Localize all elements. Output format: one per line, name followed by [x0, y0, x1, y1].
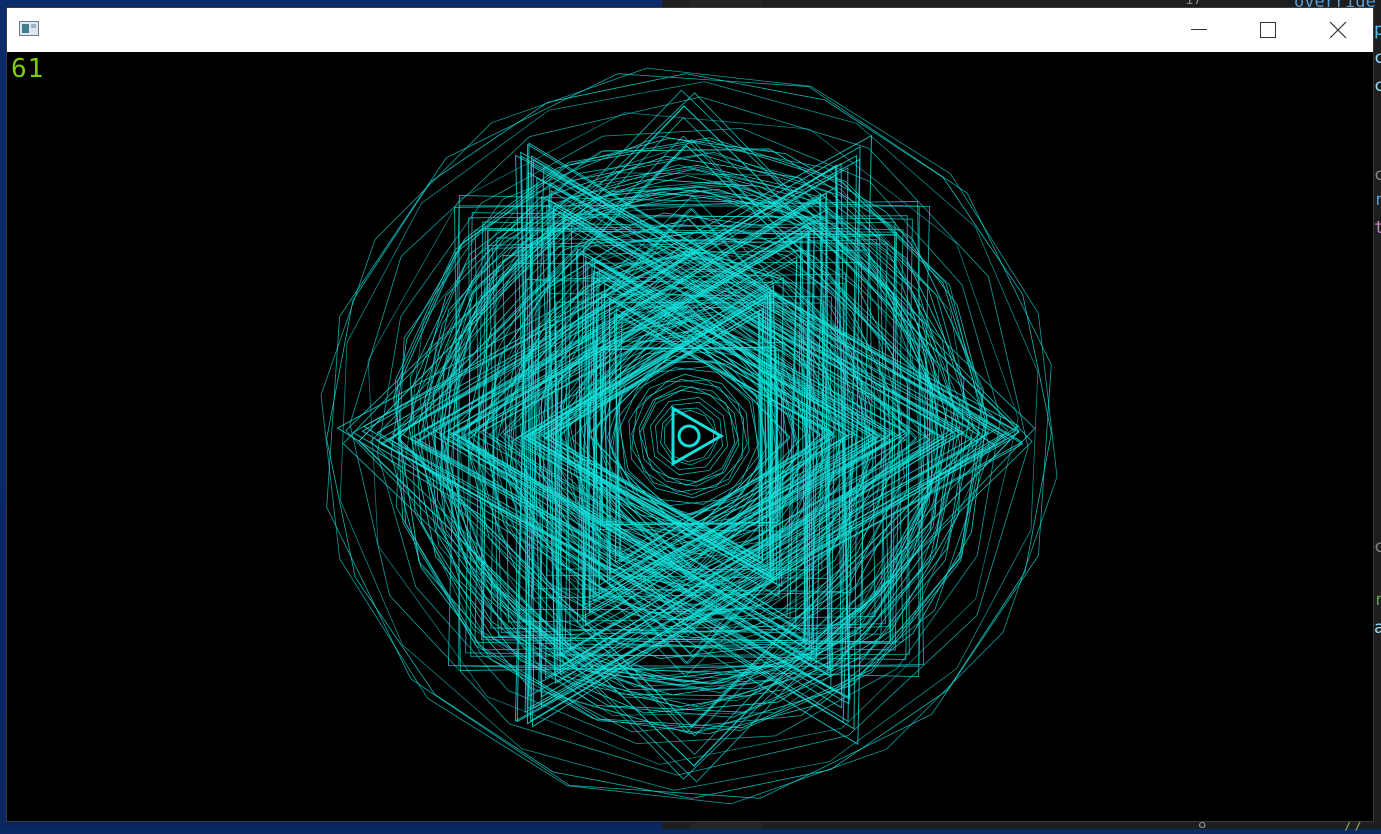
code-fragment: p — [1374, 20, 1381, 40]
maximize-button[interactable] — [1233, 8, 1303, 52]
spiral-polygon — [631, 379, 748, 496]
spiral-lines — [320, 67, 1058, 805]
spiral-polygon — [628, 373, 750, 499]
spiral-polygon — [654, 401, 724, 471]
close-button[interactable] — [1303, 8, 1373, 52]
code-fragment: c — [1374, 48, 1381, 68]
fps-counter: 61 — [11, 54, 45, 84]
title-bar[interactable] — [7, 8, 1373, 52]
minimize-button[interactable] — [1164, 8, 1234, 52]
app-window: 61 — [7, 8, 1373, 821]
code-fragment: r — [1374, 590, 1381, 610]
polygon-spiral-graphic — [320, 67, 1058, 805]
code-fragment: r — [1374, 190, 1381, 210]
spiral-polygon — [390, 137, 988, 735]
code-fragment: c — [1374, 76, 1381, 96]
close-icon — [1329, 21, 1347, 39]
line-number: 17 — [1185, 0, 1202, 8]
center-circle — [677, 424, 701, 448]
code-fragment: t — [1374, 218, 1381, 238]
code-fragment: c — [1374, 165, 1381, 185]
code-fragment: a — [1374, 618, 1381, 638]
application-icon[interactable] — [19, 21, 39, 36]
code-fragment: c — [1374, 537, 1381, 557]
render-canvas[interactable]: 61 — [7, 52, 1373, 821]
